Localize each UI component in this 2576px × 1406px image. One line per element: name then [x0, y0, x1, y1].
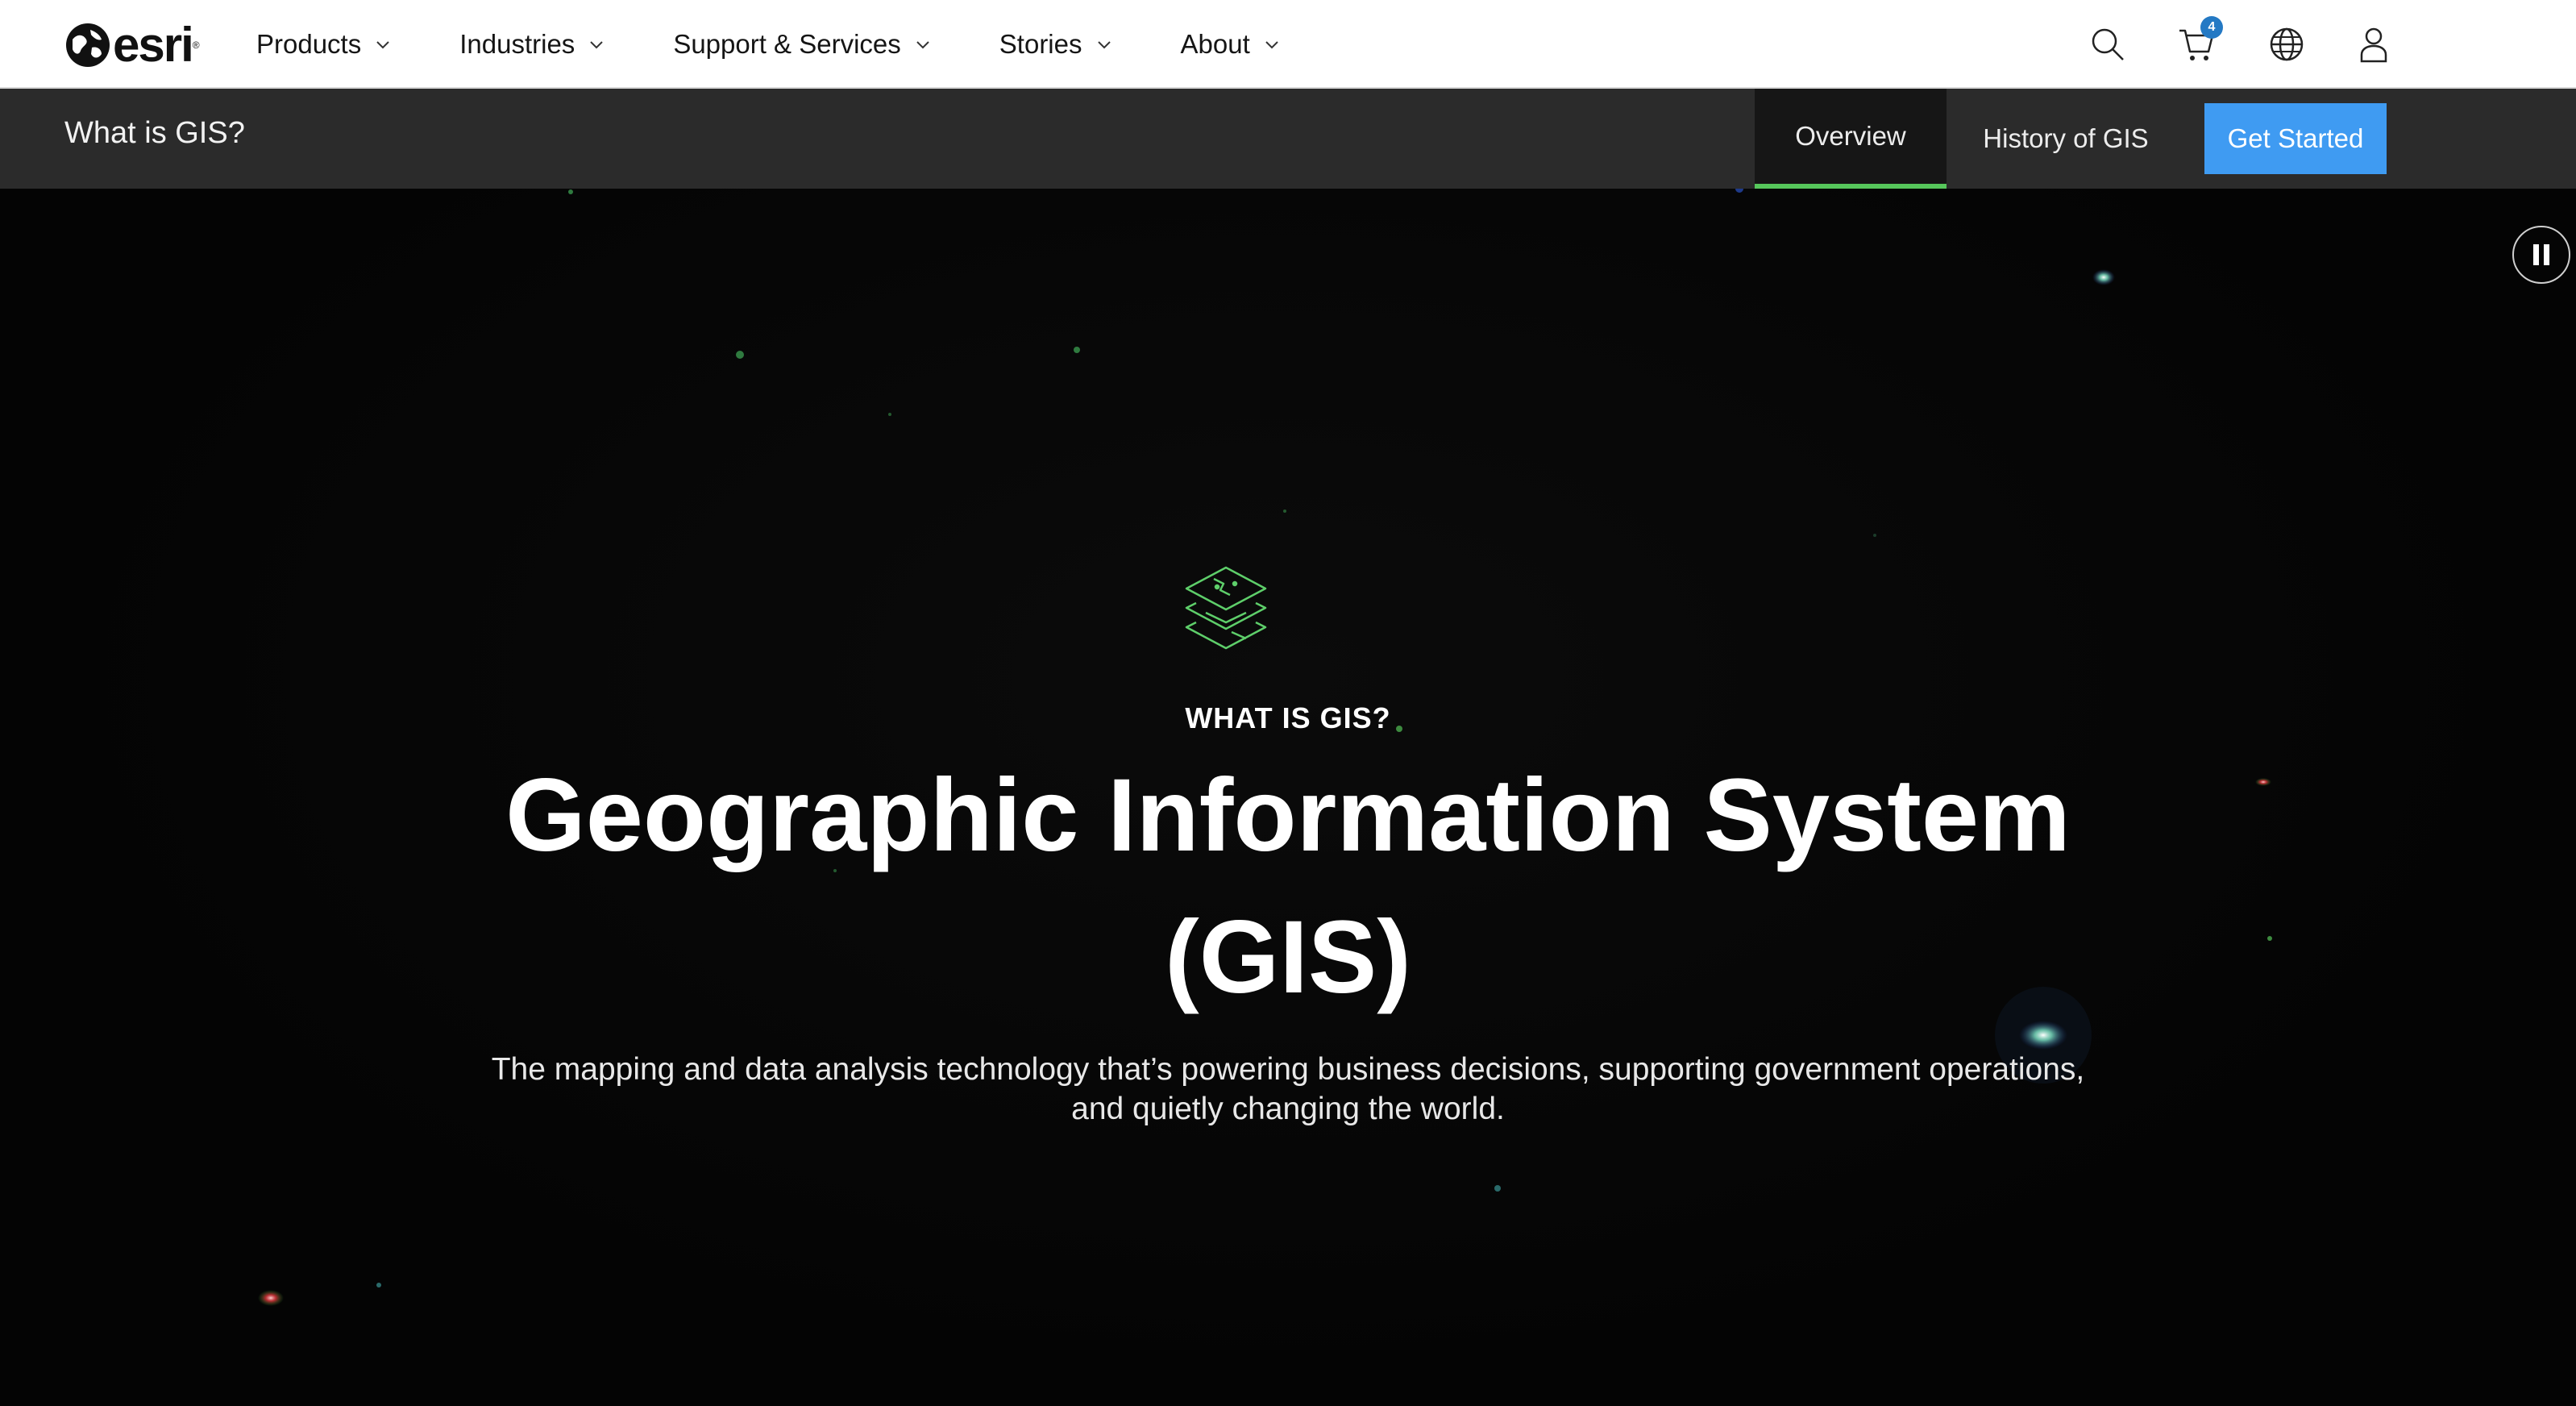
hero-eyebrow: WHAT IS GIS?	[1185, 701, 1391, 734]
nav-item-support-services[interactable]: Support & Services	[673, 0, 929, 89]
get-started-button[interactable]: Get Started	[2204, 103, 2387, 174]
nav-item-label: Industries	[459, 29, 575, 59]
nav-item-about[interactable]: About	[1181, 0, 1279, 89]
section-subnav: What is GIS? Overview History of GIS Get…	[0, 89, 2576, 189]
chevron-down-icon	[1265, 41, 1278, 49]
tab-overview[interactable]: Overview	[1755, 89, 1947, 189]
cart-count-badge: 4	[2200, 16, 2223, 39]
trademark-symbol: ®	[192, 40, 200, 51]
user-icon	[2360, 27, 2387, 63]
chevron-down-icon	[376, 41, 389, 49]
chevron-down-icon	[1097, 41, 1111, 49]
search-button[interactable]	[2088, 24, 2128, 64]
nav-item-industries[interactable]: Industries	[459, 0, 604, 89]
pause-icon-bar	[2544, 244, 2549, 265]
get-started-label: Get Started	[2227, 123, 2364, 153]
language-button[interactable]	[2266, 24, 2307, 64]
hero-section: WHAT IS GIS? Geographic Information Syst…	[0, 189, 2576, 1406]
nav-item-label: About	[1180, 29, 1250, 59]
search-icon	[2092, 28, 2124, 60]
tab-label: History of GIS	[1983, 123, 2149, 153]
pause-button[interactable]	[2512, 226, 2570, 284]
chevron-down-icon	[590, 41, 604, 49]
nav-item-label: Products	[256, 29, 362, 59]
gis-layers-icon	[1185, 566, 1267, 650]
logo-wordmark: esri	[113, 18, 194, 72]
hero-subtext: The mapping and data analysis technology…	[491, 1052, 2085, 1126]
account-button[interactable]	[2354, 24, 2394, 64]
cart-button[interactable]: 4	[2176, 16, 2223, 64]
globe-icon	[2270, 27, 2304, 61]
nav-item-products[interactable]: Products	[256, 0, 390, 89]
nav-item-label: Stories	[999, 29, 1082, 59]
nav-item-label: Support & Services	[673, 29, 901, 59]
pause-icon	[2533, 244, 2539, 265]
globe-logo-icon	[66, 23, 110, 67]
tab-label: Overview	[1795, 121, 1906, 151]
section-title[interactable]: What is GIS?	[64, 116, 245, 151]
nav-item-stories[interactable]: Stories	[999, 0, 1111, 89]
esri-logo[interactable]: esri ®	[64, 21, 200, 69]
chevron-down-icon	[916, 41, 929, 49]
main-menu: Products Industries Support & Services S…	[256, 0, 1348, 89]
tab-history-of-gis[interactable]: History of GIS	[1947, 89, 2185, 189]
top-navigation: esri ® Products Industries Support & Ser…	[0, 0, 2576, 89]
hero-headline: Geographic Information System (GIS)	[505, 758, 2071, 1015]
